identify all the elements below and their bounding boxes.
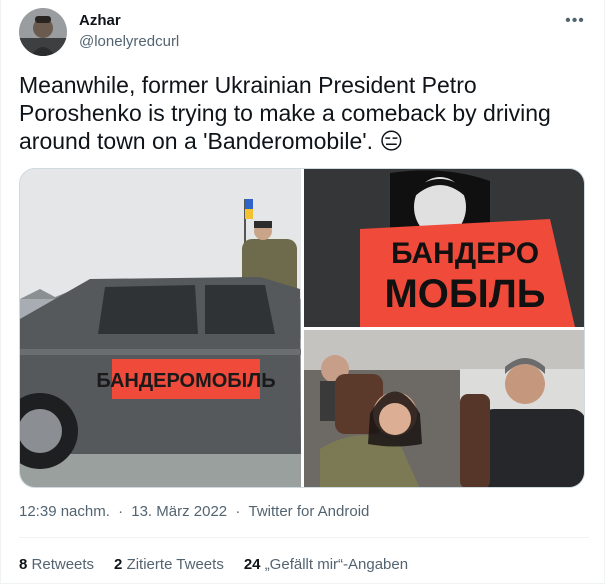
quotes-stat[interactable]: 2 Zitierte Tweets [114,556,224,573]
truck-sign-text: БАНДЕРОМОБІЛЬ [96,370,275,392]
tweet-stats: 8 Retweets 2 Zitierte Tweets 24 „Gefällt… [19,556,408,573]
tweet-time[interactable]: 12:39 nachm. [19,503,110,520]
media-svg: БАНДЕРОМОБІЛЬ БАНДЕРО МОБІЛЬ [20,169,585,488]
sticker-line2: МОБІЛЬ [384,272,545,316]
user-handle[interactable]: @lonelyredcurl [79,33,179,50]
meta-separator: · [235,503,241,520]
tweet-client[interactable]: Twitter for Android [248,503,369,520]
media-image-sticker[interactable]: БАНДЕРО МОБІЛЬ [304,169,585,327]
tweet-body: Meanwhile, former Ukrainian President Pe… [19,72,551,154]
quotes-count: 2 [114,556,123,573]
quotes-label: Zitierte Tweets [126,556,224,573]
retweets-count: 8 [19,556,28,573]
sticker-line1: БАНДЕРО [391,237,539,270]
more-horizontal-icon[interactable]: ••• [561,10,589,32]
retweets-label: Retweets [31,556,95,573]
avatar[interactable] [19,8,67,56]
retweets-stat[interactable]: 8 Retweets [19,556,94,573]
tweet-date[interactable]: 13. März 2022 [131,503,227,520]
likes-label: „Gefällt mir“-Angaben [264,556,409,573]
expressionless-emoji: 😑 [379,128,404,154]
media-image-interior[interactable] [304,330,585,488]
tweet-text: Meanwhile, former Ukrainian President Pe… [19,71,589,155]
meta-separator: · [118,503,124,520]
media-image-truck[interactable]: БАНДЕРОМОБІЛЬ [20,169,301,488]
tweet-header: Azhar @lonelyredcurl ••• [19,8,589,58]
likes-stat[interactable]: 24 „Gefällt mir“-Angaben [244,556,408,573]
media-grid: БАНДЕРОМОБІЛЬ БАНДЕРО МОБІЛЬ [19,168,585,488]
display-name[interactable]: Azhar [79,12,121,29]
likes-count: 24 [243,556,261,573]
divider [19,537,589,538]
tweet-meta: 12:39 nachm. · 13. März 2022 · Twitter f… [19,503,369,520]
tweet-card: Azhar @lonelyredcurl ••• Meanwhile, form… [0,0,605,584]
